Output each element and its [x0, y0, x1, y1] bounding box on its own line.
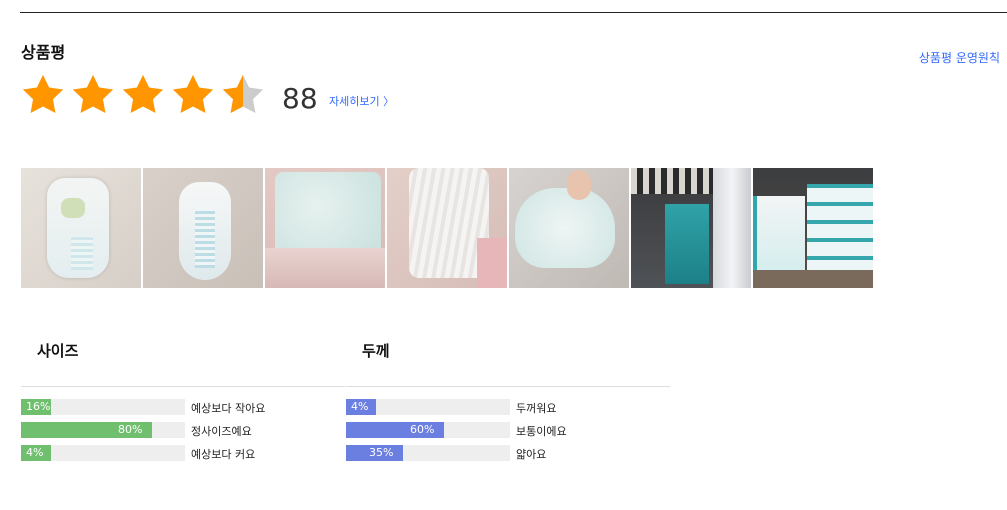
review-policy-link[interactable]: 상품평 운영원칙 — [919, 49, 1000, 66]
survey-row: 80% 정사이즈예요 — [21, 422, 345, 438]
survey-row: 4% 예상보다 커요 — [21, 445, 345, 461]
bar-track: 35% — [346, 445, 510, 461]
bar-label: 예상보다 커요 — [191, 448, 256, 461]
survey-title: 두께 — [362, 342, 390, 360]
bar-percent: 4% — [26, 446, 44, 459]
review-detail-link[interactable]: 자세히보기 〉 — [329, 93, 394, 109]
half-star-icon — [220, 72, 270, 120]
top-divider — [20, 12, 1007, 13]
bar-percent: 80% — [118, 423, 143, 436]
bar-percent: 4% — [351, 400, 369, 413]
bar-label: 보통이에요 — [516, 425, 567, 438]
review-count: 88 — [282, 82, 318, 115]
review-photo-2[interactable] — [143, 168, 263, 288]
review-photo-5[interactable] — [509, 168, 629, 288]
bar-percent: 35% — [369, 446, 394, 459]
star-icon — [170, 72, 220, 120]
survey-row: 35% 얇아요 — [346, 445, 670, 461]
star-icon — [120, 72, 170, 120]
survey-divider — [21, 386, 345, 387]
star-icon — [20, 72, 70, 120]
star-rating — [20, 72, 270, 120]
survey-title: 사이즈 — [37, 342, 79, 360]
bar-track: 80% — [21, 422, 185, 438]
review-photo-3[interactable] — [265, 168, 385, 288]
bar-label: 두꺼워요 — [516, 402, 557, 415]
bar-track: 16% — [21, 399, 185, 415]
bar-track: 4% — [21, 445, 185, 461]
bar-percent: 60% — [410, 423, 435, 436]
bar-track: 60% — [346, 422, 510, 438]
survey-row: 16% 예상보다 작아요 — [21, 399, 345, 415]
review-section-title: 상품평 — [21, 43, 66, 62]
survey-divider — [346, 386, 670, 387]
bar-percent: 16% — [26, 400, 51, 413]
review-photo-strip — [21, 168, 875, 288]
survey-row: 60% 보통이에요 — [346, 422, 670, 438]
review-photo-6[interactable] — [631, 168, 751, 288]
review-photo-4[interactable] — [387, 168, 507, 288]
review-photo-1[interactable] — [21, 168, 141, 288]
survey-row: 4% 두꺼워요 — [346, 399, 670, 415]
star-icon — [70, 72, 120, 120]
review-photo-7[interactable] — [753, 168, 873, 288]
bar-track: 4% — [346, 399, 510, 415]
bar-label: 정사이즈예요 — [191, 425, 252, 438]
bar-label: 얇아요 — [516, 448, 547, 461]
bar-label: 예상보다 작아요 — [191, 402, 266, 415]
